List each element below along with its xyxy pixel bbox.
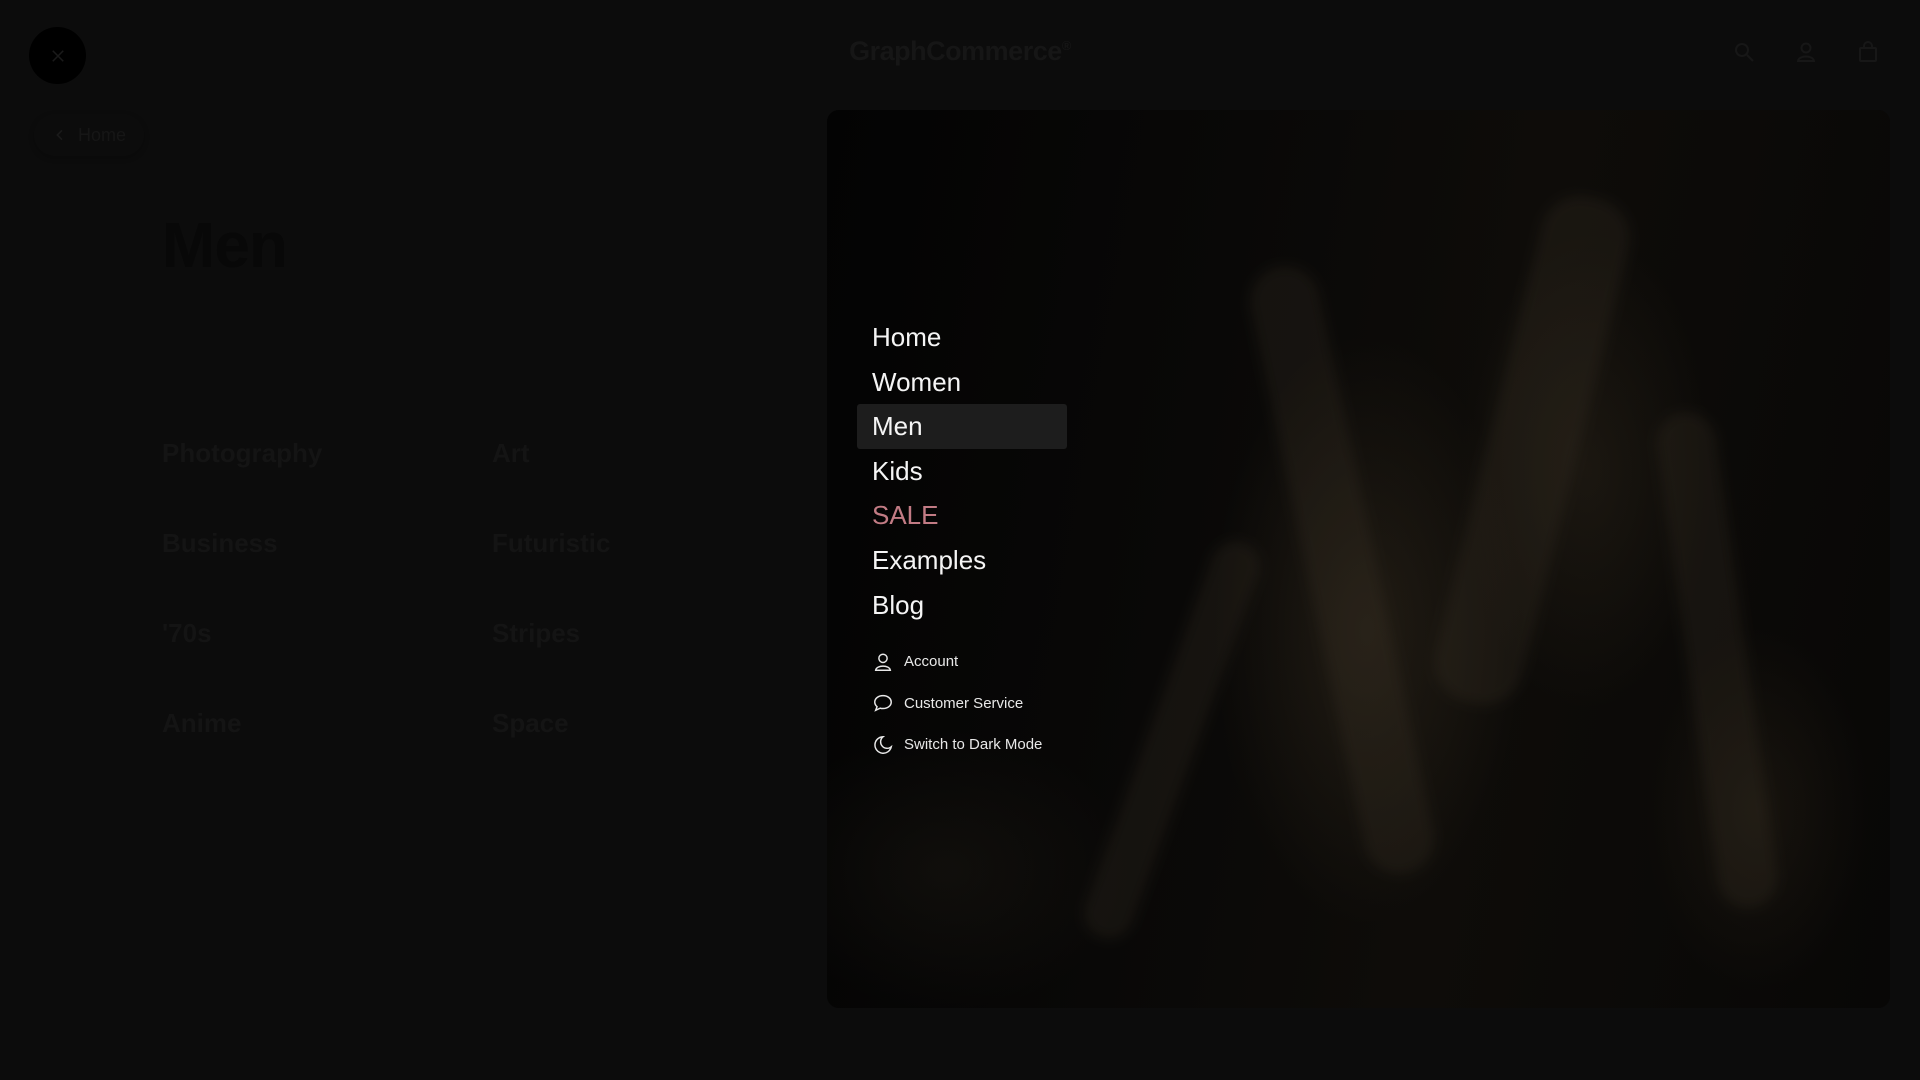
category-link[interactable]: '70s (162, 620, 492, 646)
brand-mark: ® (1061, 38, 1072, 53)
brand-name: GraphCommerce (849, 36, 1062, 66)
search-icon[interactable] (1732, 40, 1756, 64)
chat-icon (874, 695, 892, 713)
moon-icon (874, 735, 893, 754)
page-title: Men (162, 209, 288, 281)
customer-service-label: Customer Service (904, 694, 1024, 712)
customer-service-link[interactable]: Customer Service (857, 683, 1067, 725)
dark-mode-label: Switch to Dark Mode (904, 736, 1043, 754)
back-link-label: Home (78, 124, 127, 145)
menu-item-sale[interactable]: SALE (857, 493, 1067, 538)
category-grid: Photography Art Business Futuristic '70s… (162, 440, 610, 736)
menu-item-blog[interactable]: Blog (857, 583, 1067, 628)
account-icon (874, 653, 892, 671)
main-menu: Home Women Men Kids SALE Examples Blog A… (857, 315, 1067, 766)
account-icon[interactable] (1794, 40, 1818, 64)
category-link[interactable]: Stripes (492, 620, 610, 646)
category-link[interactable]: Anime (162, 710, 492, 736)
category-link[interactable]: Space (492, 710, 610, 736)
menu-item-women[interactable]: Women (857, 360, 1067, 405)
category-link[interactable]: Business (162, 530, 492, 556)
account-link-label: Account (904, 653, 959, 671)
menu-item-men[interactable]: Men (857, 404, 1067, 449)
back-to-home-link[interactable]: Home (34, 114, 144, 156)
cart-icon[interactable] (1856, 40, 1880, 64)
secondary-menu: Account Customer Service Switch to Dark … (857, 641, 1067, 766)
category-link[interactable]: Futuristic (492, 530, 610, 556)
category-link[interactable]: Art (492, 440, 610, 466)
menu-item-home[interactable]: Home (857, 315, 1067, 360)
dark-mode-toggle[interactable]: Switch to Dark Mode (857, 724, 1067, 766)
header-actions (1732, 40, 1880, 64)
account-link[interactable]: Account (857, 641, 1067, 683)
menu-item-examples[interactable]: Examples (857, 538, 1067, 583)
category-link[interactable]: Photography (162, 440, 492, 466)
chevron-left-icon (56, 129, 63, 141)
menu-item-kids[interactable]: Kids (857, 449, 1067, 494)
navigation-menu-panel: Home Women Men Kids SALE Examples Blog A… (827, 110, 1890, 1008)
brand-logo[interactable]: GraphCommerce® (0, 36, 1920, 67)
